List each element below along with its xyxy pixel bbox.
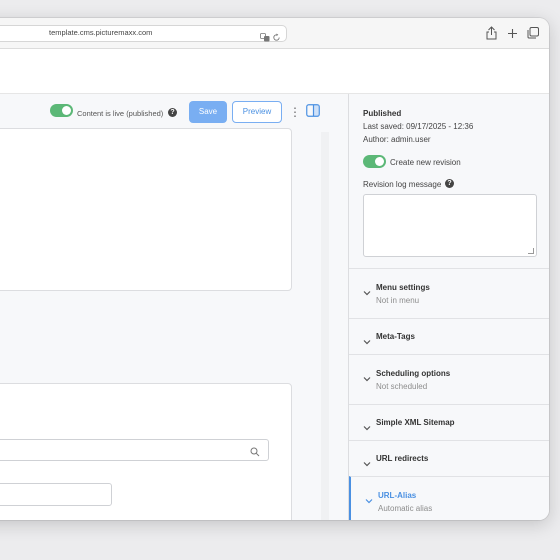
reload-icon[interactable]: [272, 29, 281, 47]
revision-log-label: Revision log message: [363, 180, 442, 189]
more-actions-icon[interactable]: ⋮: [289, 104, 301, 120]
new-tab-icon[interactable]: [507, 26, 518, 44]
body-editor-area[interactable]: [0, 128, 292, 291]
section-title: URL redirects: [376, 454, 429, 463]
section-simple-xml-sitemap[interactable]: Simple XML Sitemap: [349, 404, 549, 440]
section-title: Meta-Tags: [376, 332, 415, 341]
scrollbar-track[interactable]: [321, 132, 329, 520]
chevron-down-icon: [363, 333, 371, 345]
section-subtitle: Automatic alias: [378, 504, 433, 513]
publish-meta: Published Last saved: 09/17/2025 - 12:36…: [363, 108, 535, 146]
browser-window: template.cms.picturemaxx.com Content is …: [0, 18, 549, 520]
section-title: URL-Alias: [378, 491, 417, 500]
save-button[interactable]: Save: [189, 101, 227, 123]
last-saved: Last saved: 09/17/2025 - 12:36: [363, 122, 474, 131]
content-toolbar: Content is live (published) ? Save Previ…: [0, 94, 348, 132]
tab-overview-icon[interactable]: [527, 26, 539, 44]
search-icon[interactable]: [250, 444, 260, 462]
chevron-down-icon: [363, 370, 371, 382]
section-title: Scheduling options: [376, 369, 451, 378]
search-input[interactable]: [0, 439, 269, 461]
section-title: Menu settings: [376, 283, 430, 292]
help-icon[interactable]: ?: [168, 108, 177, 117]
chevron-down-icon: [365, 492, 373, 504]
section-subtitle: Not scheduled: [376, 382, 428, 391]
section-menu-settings[interactable]: Menu settings Not in menu: [349, 268, 549, 318]
translate-icon[interactable]: [260, 29, 270, 47]
section-url-alias[interactable]: URL-Alias Automatic alias: [349, 476, 549, 520]
create-revision-toggle[interactable]: [363, 155, 386, 168]
text-field[interactable]: [0, 483, 112, 506]
chevron-down-icon: [363, 455, 371, 467]
preview-button[interactable]: Preview: [232, 101, 282, 123]
section-scheduling-options[interactable]: Scheduling options Not scheduled: [349, 354, 549, 404]
section-subtitle: Not in menu: [376, 296, 420, 305]
chevron-down-icon: [363, 284, 371, 296]
section-title: Simple XML Sitemap: [376, 418, 455, 427]
create-revision-label: Create new revision: [390, 158, 461, 167]
section-meta-tags[interactable]: Meta-Tags: [349, 318, 549, 354]
chevron-down-icon: [363, 419, 371, 431]
live-status-label: Content is live (published): [77, 109, 164, 118]
address-bar-url: template.cms.picturemaxx.com: [49, 28, 153, 37]
sidebar-toggle-icon[interactable]: [306, 104, 320, 122]
author: Author: admin.user: [363, 135, 431, 144]
meta-sidebar: Published Last saved: 09/17/2025 - 12:36…: [348, 94, 549, 520]
admin-header: [0, 49, 549, 94]
address-bar[interactable]: template.cms.picturemaxx.com: [0, 25, 287, 42]
revision-log-textarea[interactable]: [363, 194, 537, 257]
browser-toolbar: template.cms.picturemaxx.com: [0, 18, 549, 49]
main-content: Content is live (published) ? Save Previ…: [0, 94, 348, 520]
publish-status: Published: [363, 109, 402, 118]
section-url-redirects[interactable]: URL redirects: [349, 440, 549, 476]
share-icon[interactable]: [486, 26, 497, 45]
live-status-toggle[interactable]: [50, 104, 73, 117]
resize-handle[interactable]: [528, 248, 534, 254]
help-icon[interactable]: ?: [445, 179, 454, 188]
